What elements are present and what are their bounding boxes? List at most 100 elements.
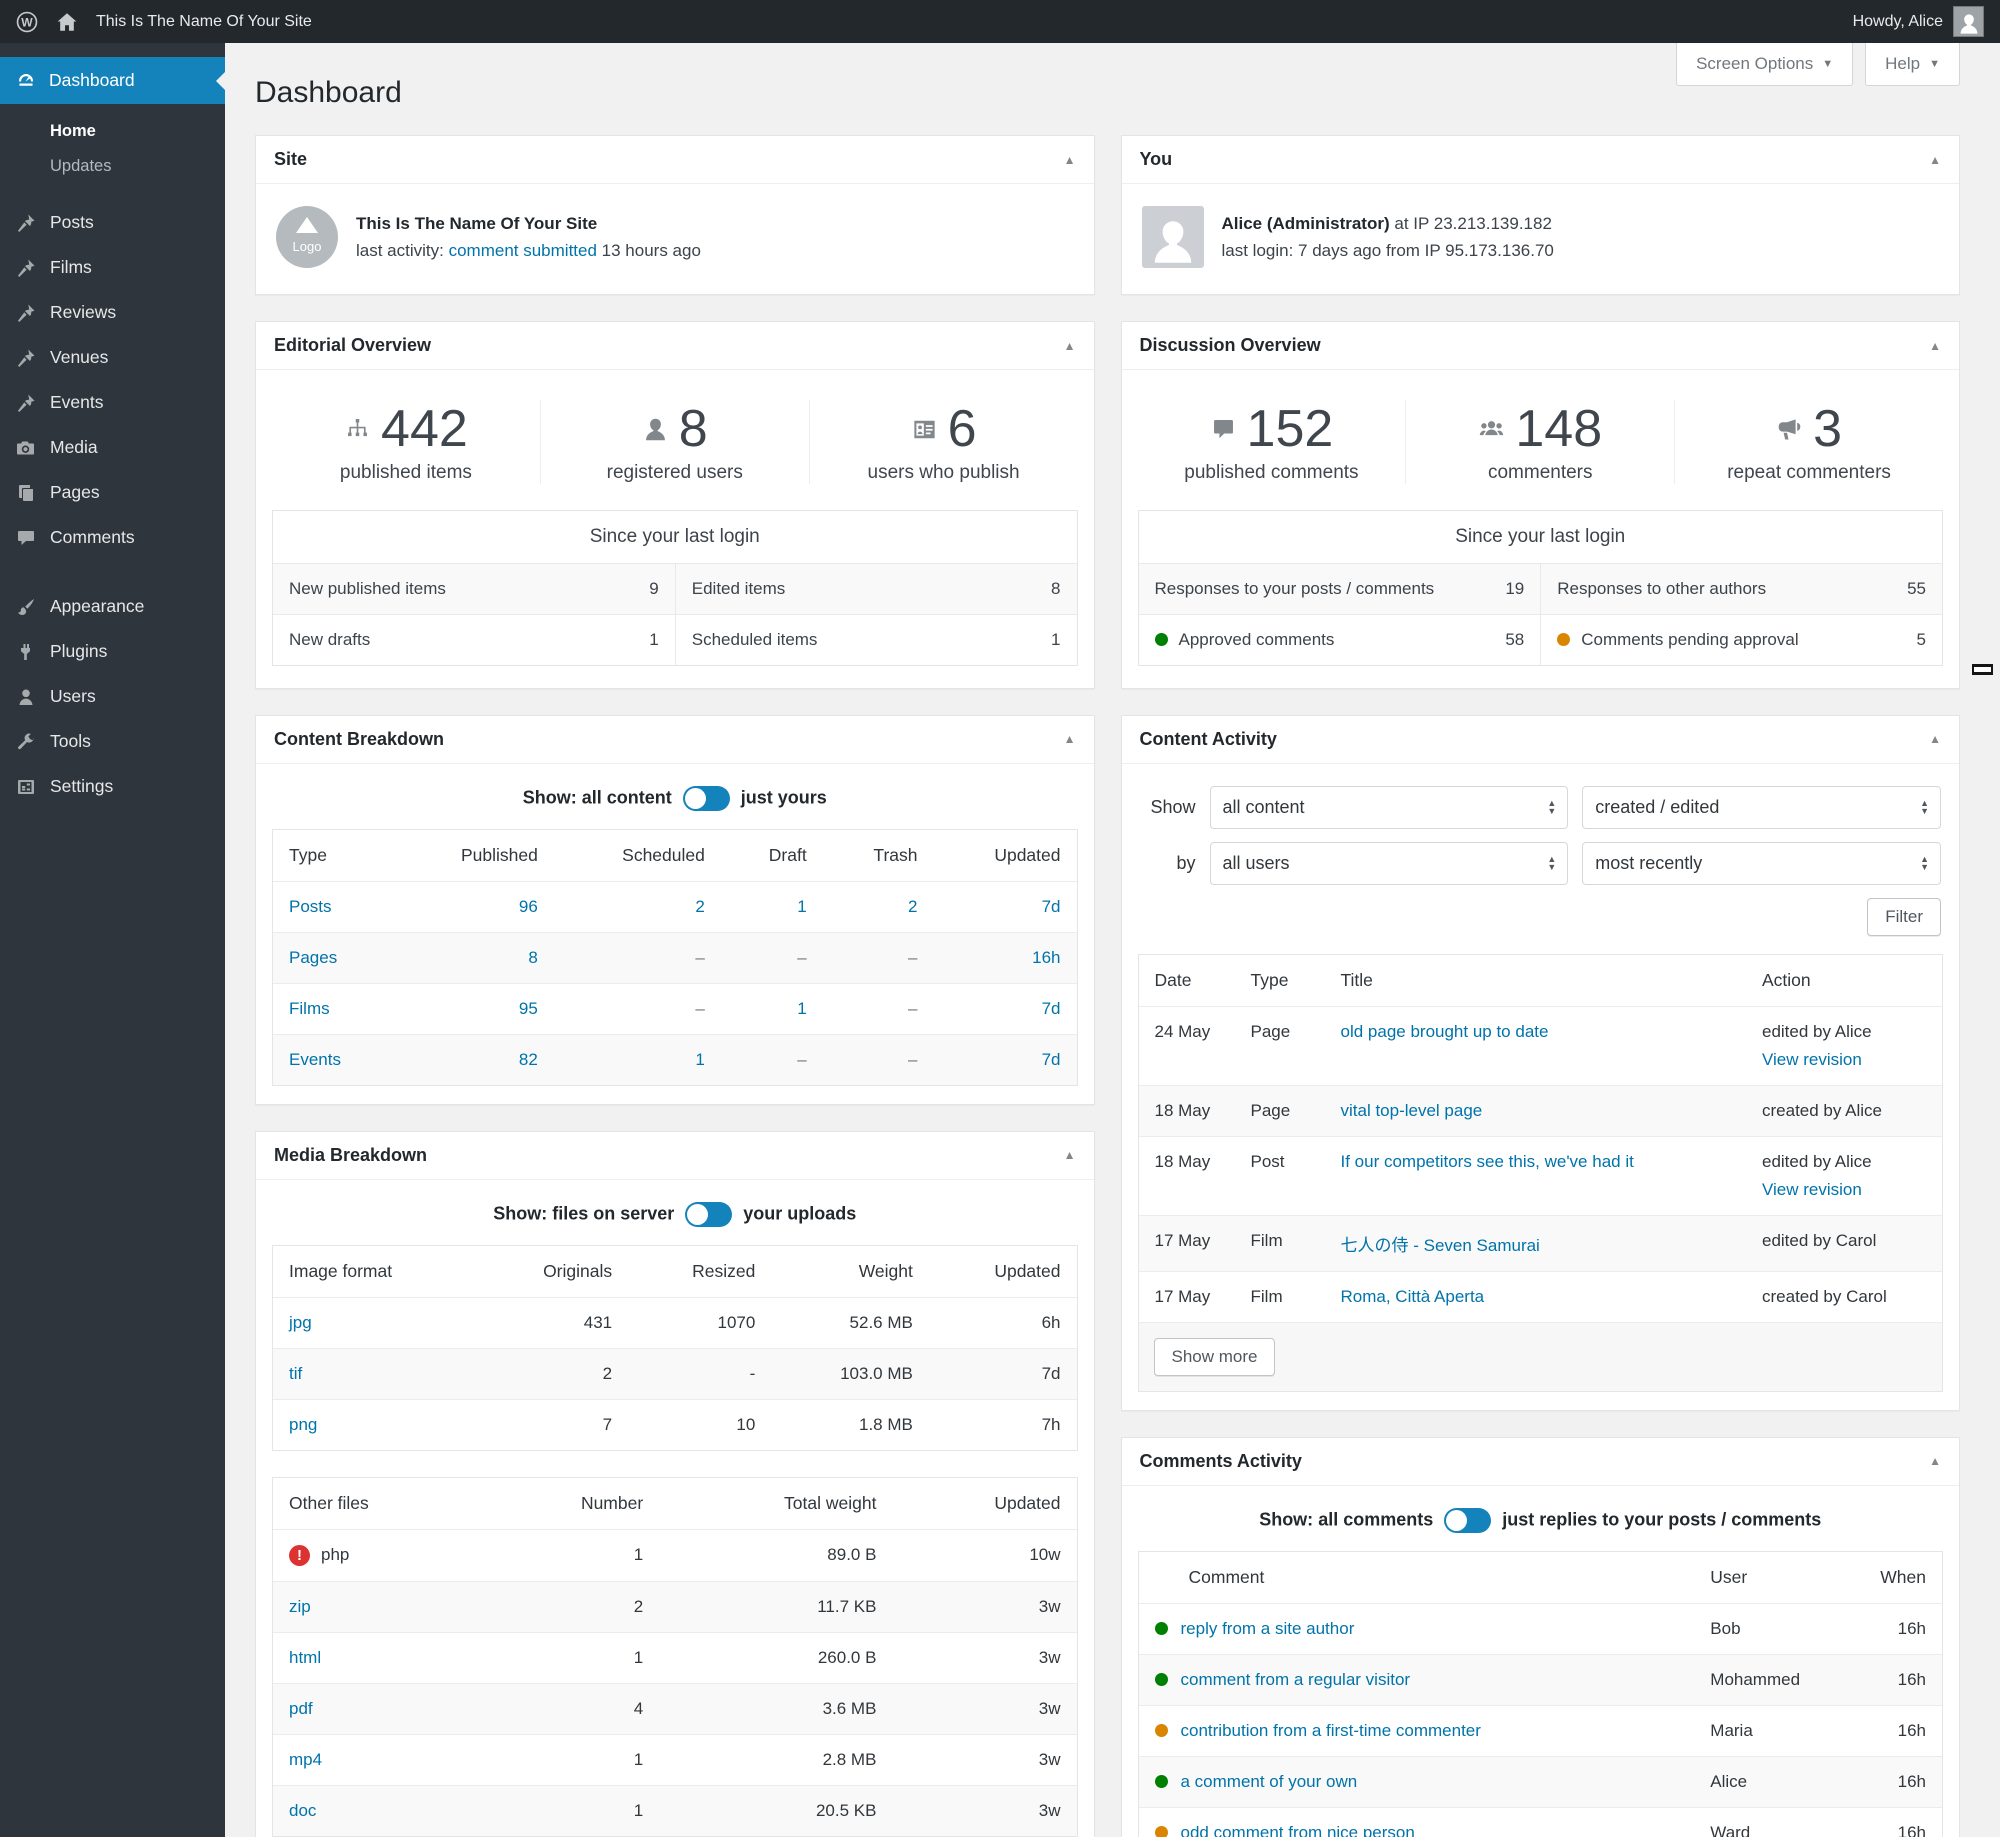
comments-toggle-switch[interactable] bbox=[1444, 1507, 1492, 1533]
show-more-button[interactable]: Show more bbox=[1153, 1337, 1276, 1376]
sidebar-item[interactable]: Appearance bbox=[0, 584, 225, 629]
user-avatar[interactable] bbox=[1953, 6, 1984, 37]
sidebar-item[interactable]: Users bbox=[0, 674, 225, 719]
sidebar-item[interactable]: Pages bbox=[0, 470, 225, 515]
content-type-link[interactable]: Events bbox=[289, 1050, 341, 1069]
comment-link[interactable]: contribution from a first-time commenter bbox=[1181, 1721, 1481, 1741]
count-link[interactable]: – bbox=[908, 999, 917, 1018]
home-icon[interactable] bbox=[56, 11, 78, 33]
activity-type: Film bbox=[1250, 1286, 1283, 1306]
user-identity: Alice (Administrator) at IP 23.213.139.1… bbox=[1221, 213, 1552, 233]
count-link[interactable]: – bbox=[908, 1050, 917, 1069]
widget-title: Site bbox=[274, 149, 308, 169]
collapse-icon[interactable]: ▲ bbox=[1929, 1454, 1941, 1468]
activity-title-link[interactable]: 七人の侍 - Seven Samurai bbox=[1341, 1236, 1540, 1255]
table-row: 24 May Page old page brought up to date … bbox=[1138, 1006, 1942, 1085]
content-toggle-switch[interactable] bbox=[682, 785, 730, 811]
sidebar-item[interactable]: Comments bbox=[0, 515, 225, 560]
view-revision-link[interactable]: View revision bbox=[1762, 1050, 1926, 1070]
stat-commenters: 148 commenters bbox=[1405, 400, 1674, 484]
file-type-link[interactable]: html bbox=[289, 1648, 321, 1668]
sidebar-subitem[interactable]: Updates bbox=[0, 149, 225, 184]
total-weight-value: 11.7 KB bbox=[817, 1596, 877, 1616]
person-icon bbox=[1147, 216, 1199, 268]
activity-title-link[interactable]: Roma, Città Aperta bbox=[1341, 1287, 1485, 1306]
table-row: a comment of your own Alice 16h bbox=[1138, 1756, 1942, 1808]
comment-link[interactable]: comment from a regular visitor bbox=[1181, 1670, 1411, 1690]
file-type-link[interactable]: zip bbox=[289, 1597, 311, 1617]
count-link[interactable]: 95 bbox=[519, 999, 538, 1018]
content-type-select[interactable]: all content bbox=[1209, 785, 1569, 829]
content-type-link[interactable]: Films bbox=[289, 999, 330, 1018]
originals-count: 431 bbox=[583, 1312, 613, 1332]
comment-link[interactable]: reply from a site author bbox=[1181, 1619, 1355, 1639]
count-link[interactable]: – bbox=[695, 999, 704, 1018]
collapse-icon[interactable]: ▲ bbox=[1064, 1148, 1076, 1162]
collapse-icon[interactable]: ▲ bbox=[1064, 153, 1076, 167]
sidebar-item[interactable]: Posts bbox=[0, 200, 225, 245]
file-type-link[interactable]: php bbox=[321, 1545, 349, 1565]
sidebar-item[interactable]: Events bbox=[0, 380, 225, 425]
count-link[interactable]: – bbox=[908, 948, 917, 967]
collapse-icon[interactable]: ▲ bbox=[1929, 732, 1941, 746]
count-link[interactable]: – bbox=[797, 1050, 806, 1069]
megaphone-icon bbox=[1776, 416, 1803, 443]
count-link[interactable]: 2 bbox=[908, 897, 917, 916]
image-format-link[interactable]: png bbox=[289, 1415, 317, 1434]
collapse-icon[interactable]: ▲ bbox=[1064, 732, 1076, 746]
sidebar-item[interactable]: Media bbox=[0, 425, 225, 470]
file-type-link[interactable]: pdf bbox=[289, 1699, 313, 1719]
collapse-icon[interactable]: ▲ bbox=[1929, 339, 1941, 353]
other-files-table: Other files Number Total weight Updated … bbox=[273, 1478, 1077, 1836]
filter-button[interactable]: Filter bbox=[1867, 897, 1941, 936]
sidebar-item[interactable]: Reviews bbox=[0, 290, 225, 335]
content-type-link[interactable]: Pages bbox=[289, 948, 337, 967]
count-link[interactable]: – bbox=[695, 948, 704, 967]
admin-bar-site-name[interactable]: This Is The Name Of Your Site bbox=[96, 13, 312, 31]
count-link[interactable]: 2 bbox=[695, 897, 704, 916]
count-link[interactable]: – bbox=[797, 948, 806, 967]
file-type-link[interactable]: mp4 bbox=[289, 1750, 322, 1770]
wordpress-logo-icon[interactable]: W bbox=[16, 11, 38, 33]
activity-date: 17 May bbox=[1154, 1230, 1211, 1250]
image-format-link[interactable]: jpg bbox=[289, 1313, 312, 1332]
count-link[interactable]: 82 bbox=[519, 1050, 538, 1069]
order-select[interactable]: most recently bbox=[1582, 841, 1941, 885]
screen-options-tab[interactable]: Screen Options ▼ bbox=[1676, 43, 1854, 86]
sidebar-item-dashboard[interactable]: Dashboard bbox=[0, 57, 225, 104]
count-link[interactable]: 1 bbox=[695, 1050, 704, 1069]
activity-title-link[interactable]: vital top-level page bbox=[1341, 1101, 1483, 1120]
howdy-label[interactable]: Howdy, Alice bbox=[1853, 13, 1943, 31]
table-row: jpg 431 1070 52.6 MB 6h bbox=[273, 1297, 1077, 1348]
count-link[interactable]: 1 bbox=[797, 999, 806, 1018]
comment-submitted-link[interactable]: comment submitted bbox=[449, 241, 597, 260]
mode-select[interactable]: created / edited bbox=[1582, 785, 1941, 829]
count-link[interactable]: 1 bbox=[797, 897, 806, 916]
toggle-knob bbox=[684, 787, 706, 809]
sidebar-subitem[interactable]: Home bbox=[0, 114, 225, 149]
comment-link[interactable]: odd comment from nice person bbox=[1181, 1823, 1415, 1837]
sidebar-item[interactable]: Plugins bbox=[0, 629, 225, 674]
sidebar-item[interactable]: Settings bbox=[0, 764, 225, 809]
activity-title-link[interactable]: old page brought up to date bbox=[1341, 1022, 1549, 1041]
sidebar-item[interactable]: Tools bbox=[0, 719, 225, 764]
updated-link[interactable]: 7d bbox=[1042, 999, 1061, 1018]
collapse-icon[interactable]: ▲ bbox=[1929, 153, 1941, 167]
view-revision-link[interactable]: View revision bbox=[1762, 1180, 1926, 1200]
collapse-icon[interactable]: ▲ bbox=[1064, 339, 1076, 353]
comment-link[interactable]: a comment of your own bbox=[1181, 1772, 1358, 1792]
sidebar-item[interactable]: Venues bbox=[0, 335, 225, 380]
updated-link[interactable]: 16h bbox=[1032, 948, 1060, 967]
count-link[interactable]: 8 bbox=[528, 948, 537, 967]
activity-title-link[interactable]: If our competitors see this, we've had i… bbox=[1341, 1152, 1634, 1171]
help-tab[interactable]: Help ▼ bbox=[1865, 43, 1960, 86]
media-toggle-switch[interactable] bbox=[685, 1201, 733, 1227]
image-format-link[interactable]: tif bbox=[289, 1364, 302, 1383]
count-link[interactable]: 96 bbox=[519, 897, 538, 916]
users-select[interactable]: all users bbox=[1209, 841, 1569, 885]
file-type-link[interactable]: doc bbox=[289, 1801, 316, 1821]
updated-link[interactable]: 7d bbox=[1042, 897, 1061, 916]
updated-link[interactable]: 7d bbox=[1042, 1050, 1061, 1069]
sidebar-item[interactable]: Films bbox=[0, 245, 225, 290]
content-type-link[interactable]: Posts bbox=[289, 897, 332, 916]
